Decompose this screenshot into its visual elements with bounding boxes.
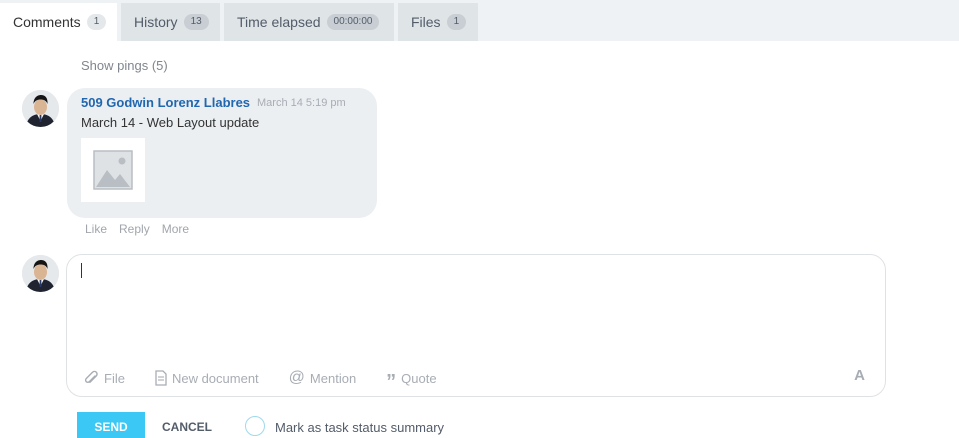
- tab-files[interactable]: Files 1: [398, 3, 478, 41]
- tab-count-badge: 00:00:00: [326, 14, 380, 30]
- tab-bar: Comments 1 History 13 Time elapsed 00:00…: [0, 0, 959, 41]
- cancel-button[interactable]: CANCEL: [162, 420, 212, 434]
- file-button[interactable]: File: [84, 370, 125, 386]
- tab-comments[interactable]: Comments 1: [0, 3, 117, 41]
- tab-count-badge: 13: [183, 14, 209, 30]
- tab-count-badge: 1: [446, 14, 467, 30]
- user-avatar-icon: [22, 90, 59, 127]
- tab-history[interactable]: History 13: [121, 3, 220, 41]
- more-button[interactable]: More: [162, 222, 189, 236]
- comment-actions: Like Reply More: [85, 222, 189, 236]
- tab-label: Files: [411, 14, 441, 30]
- mark-summary-label: Mark as task status summary: [275, 420, 445, 435]
- document-icon: [155, 370, 167, 386]
- tab-label: Comments: [13, 14, 81, 30]
- tab-time-elapsed[interactable]: Time elapsed 00:00:00: [224, 3, 394, 41]
- comment-timestamp: March 14 5:19 pm: [257, 97, 346, 109]
- tab-label: Time elapsed: [237, 14, 321, 30]
- paperclip-icon: [84, 370, 98, 383]
- comment-text: March 14 - Web Layout update: [81, 115, 260, 130]
- text-caret: [81, 263, 82, 278]
- tab-count-badge: 1: [86, 14, 107, 30]
- comment-author-link[interactable]: 509 Godwin Lorenz Llabres: [81, 95, 250, 110]
- tab-label: History: [134, 14, 178, 30]
- new-document-button-label: New document: [171, 370, 259, 386]
- mention-button[interactable]: @ Mention: [289, 369, 357, 387]
- image-placeholder-icon: [93, 150, 133, 190]
- quote-button[interactable]: ” Quote: [386, 368, 437, 393]
- text-format-button[interactable]: A: [854, 367, 865, 384]
- user-avatar-icon: [22, 255, 59, 292]
- avatar[interactable]: [22, 90, 59, 127]
- comment-bubble: 509 Godwin Lorenz Llabres March 14 5:19 …: [67, 88, 377, 218]
- reply-button[interactable]: Reply: [119, 222, 150, 236]
- quote-icon: ”: [386, 371, 397, 393]
- mention-button-label: Mention: [309, 370, 357, 386]
- avatar: [22, 255, 59, 292]
- mark-summary-checkbox[interactable]: [245, 416, 265, 436]
- new-document-button[interactable]: New document: [155, 370, 259, 386]
- show-pings-link[interactable]: Show pings (5): [81, 58, 168, 73]
- like-button[interactable]: Like: [85, 222, 107, 236]
- editor-toolbar: File New document @ Mention ” Quote: [84, 368, 467, 393]
- comment-editor[interactable]: File New document @ Mention ” Quote A: [66, 254, 886, 397]
- at-icon: @: [288, 369, 305, 386]
- quote-button-label: Quote: [401, 370, 437, 386]
- send-button[interactable]: SEND: [77, 412, 145, 438]
- attachment-thumbnail[interactable]: [81, 138, 145, 202]
- file-button-label: File: [104, 370, 125, 386]
